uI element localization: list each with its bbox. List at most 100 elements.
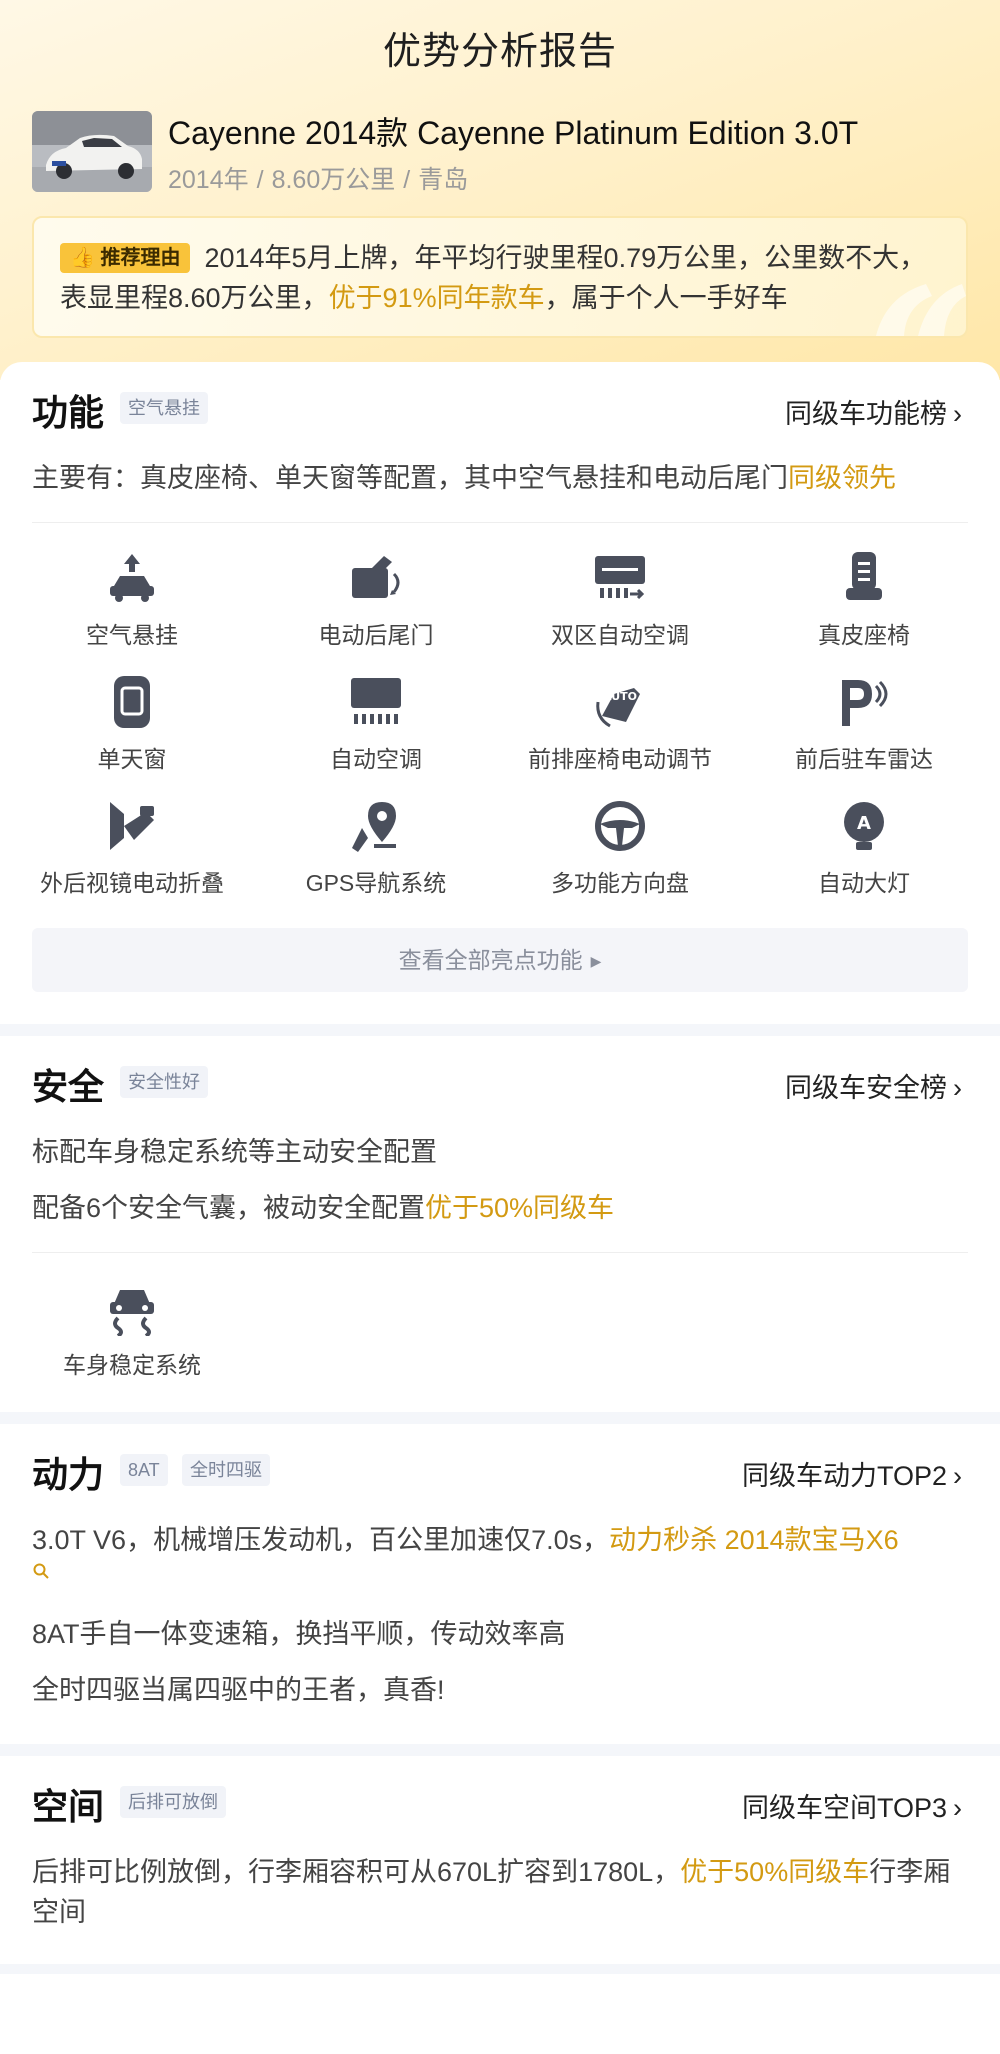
space-rank-link[interactable]: 同级车空间TOP3 › xyxy=(742,1786,962,1825)
quote-decoration-icon xyxy=(876,284,966,336)
feature-item[interactable]: 电动后尾门 xyxy=(254,550,498,650)
function-section: 功能 空气悬挂 同级车功能榜 › 主要有：真皮座椅、单天窗等配置，其中空气悬挂和电… xyxy=(0,362,1000,1024)
power-rank-label: 同级车动力TOP2 xyxy=(741,1461,947,1491)
view-all-label: 查看全部亮点功能 xyxy=(398,947,583,973)
car-city: 青岛 xyxy=(418,166,469,194)
divider xyxy=(32,522,968,523)
safety-line2-text: 配备6个安全气囊，被动安全配置 xyxy=(32,1193,426,1223)
section-gap xyxy=(0,1024,1000,1036)
feature-item[interactable]: AUTO 前排座椅电动调节 xyxy=(498,674,742,774)
meta-separator: / xyxy=(403,166,411,194)
view-all-features-button[interactable]: 查看全部亮点功能 ▶ xyxy=(32,928,968,992)
space-tag: 后排可放倒 xyxy=(120,1786,226,1818)
feature-item[interactable]: 多功能方向盘 xyxy=(498,798,742,898)
section-gap xyxy=(0,1744,1000,1756)
space-title: 空间 xyxy=(32,1786,105,1827)
power-line1: 3.0T V6，机械增压发动机，百公里加速仅7.0s，动力秒杀 2014款宝马X… xyxy=(32,1520,968,1580)
reason-highlight: 优于91%同年款车 xyxy=(328,283,545,313)
car-meta: 2014年/8.60万公里 / 青岛 xyxy=(168,160,468,196)
meta-separator: / xyxy=(256,166,264,194)
feature-label: 自动大灯 xyxy=(818,870,910,896)
triangle-right-icon: ▶ xyxy=(590,953,602,969)
mirror-fold-icon xyxy=(110,802,154,850)
auto-ac-icon xyxy=(351,678,401,724)
safety-line2-highlight: 优于50%同级车 xyxy=(425,1193,615,1223)
space-desc: 后排可比例放倒，行李厢容积可从670L扩容到1780L，优于50%同级车行李厢空… xyxy=(32,1852,968,1932)
recommend-reason-label: 推荐理由 xyxy=(100,247,181,269)
power-tag: 全时四驱 xyxy=(182,1454,270,1486)
feature-label: 车身稳定系统 xyxy=(63,1352,201,1378)
car-year: 2014年 xyxy=(168,166,249,194)
feature-item[interactable]: 自动空调 xyxy=(254,674,498,774)
headlight-letter: A xyxy=(857,813,871,834)
power-line3: 全时四驱当属四驱中的王者，真香! xyxy=(32,1675,445,1705)
safety-line1: 标配车身稳定系统等主动安全配置 xyxy=(32,1137,437,1167)
feature-label: 自动空调 xyxy=(330,746,422,772)
chevron-right-icon: › xyxy=(953,1793,962,1823)
recommend-reason-badge: 👍 推荐理由 xyxy=(60,243,191,273)
feature-item[interactable]: 双区自动空调 xyxy=(498,550,742,650)
auto-headlight-icon: A xyxy=(844,802,884,850)
report-header: 优势分析报告 Cayenne 2014款 Cayenne Platinum Ed… xyxy=(0,0,1000,380)
car-name: Cayenne 2014款 Cayenne Platinum Edition 3… xyxy=(168,115,859,151)
feature-label: 外后视镜电动折叠 xyxy=(40,870,224,896)
feature-label: 前后驻车雷达 xyxy=(795,746,933,772)
space-desc-highlight: 优于50%同级车 xyxy=(680,1857,870,1887)
power-tailgate-icon xyxy=(352,556,400,598)
space-rank-label: 同级车空间TOP3 xyxy=(741,1793,947,1823)
feature-label: 双区自动空调 xyxy=(551,622,689,648)
section-gap xyxy=(0,1412,1000,1424)
search-icon[interactable] xyxy=(32,1562,50,1580)
function-tag: 空气悬挂 xyxy=(120,392,208,424)
feature-label: 空气悬挂 xyxy=(86,622,178,648)
gps-icon xyxy=(352,802,396,852)
function-desc-text: 主要有：真皮座椅、单天窗等配置，其中空气悬挂和电动后尾门 xyxy=(32,463,788,493)
feature-item[interactable]: 外后视镜电动折叠 xyxy=(10,798,254,898)
power-section: 动力 8AT 全时四驱 同级车动力TOP2 › 3.0T V6，机械增压发动机，百… xyxy=(0,1424,1000,1744)
car-thumbnail[interactable] xyxy=(32,111,152,192)
power-rank-link[interactable]: 同级车动力TOP2 › xyxy=(742,1454,962,1493)
power-title: 动力 xyxy=(32,1454,105,1495)
recommend-reason-box: 👍 推荐理由 2014年5月上牌，年平均行驶里程0.79万公里，公里数不大，表显里… xyxy=(32,216,968,338)
page-title: 优势分析报告 xyxy=(382,31,617,73)
safety-title: 安全 xyxy=(32,1066,105,1107)
steering-wheel-icon xyxy=(595,801,645,851)
safety-rank-link[interactable]: 同级车安全榜 › xyxy=(785,1066,962,1105)
feature-label: 前排座椅电动调节 xyxy=(528,746,712,772)
safety-tag: 安全性好 xyxy=(120,1066,208,1098)
feature-item[interactable]: 单天窗 xyxy=(10,674,254,774)
safety-rank-label: 同级车安全榜 xyxy=(785,1073,947,1103)
space-section: 空间 后排可放倒 同级车空间TOP3 › 后排可比例放倒，行李厢容积可从670L扩… xyxy=(0,1756,1000,1964)
chevron-right-icon: › xyxy=(953,399,962,429)
feature-label: 多功能方向盘 xyxy=(551,870,689,896)
power-line1-highlight[interactable]: 动力秒杀 2014款宝马X6 xyxy=(609,1525,899,1555)
function-desc: 主要有：真皮座椅、单天窗等配置，其中空气悬挂和电动后尾门同级领先 xyxy=(32,458,968,498)
function-title: 功能 xyxy=(32,392,105,433)
safety-section: 安全 安全性好 同级车安全榜 › 标配车身稳定系统等主动安全配置 配备6个安全气囊… xyxy=(0,1036,1000,1412)
chevron-right-icon: › xyxy=(953,1461,962,1491)
auto-text: AUTO xyxy=(603,690,637,703)
chevron-right-icon: › xyxy=(953,1073,962,1103)
stability-control-icon xyxy=(110,1290,154,1336)
feature-item[interactable]: A 自动大灯 xyxy=(742,798,986,898)
power-line2: 8AT手自一体变速箱，换挡平顺，传动效率高 xyxy=(32,1619,566,1649)
feature-item[interactable]: 真皮座椅 xyxy=(742,550,986,650)
divider xyxy=(32,1252,968,1253)
function-rank-label: 同级车功能榜 xyxy=(785,399,947,429)
feature-label: 电动后尾门 xyxy=(318,622,434,648)
power-seat-icon: AUTO xyxy=(596,688,640,728)
function-desc-highlight: 同级领先 xyxy=(788,463,896,493)
feature-item[interactable]: 前后驻车雷达 xyxy=(742,674,986,774)
parking-radar-icon xyxy=(842,680,888,726)
space-desc-text: 后排可比例放倒，行李厢容积可从670L扩容到1780L， xyxy=(32,1857,681,1887)
function-rank-link[interactable]: 同级车功能榜 › xyxy=(785,392,962,431)
feature-item[interactable]: 车身稳定系统 xyxy=(10,1280,254,1380)
feature-item[interactable]: GPS导航系统 xyxy=(254,798,498,898)
leather-seat-icon xyxy=(846,552,882,600)
feature-item[interactable]: 空气悬挂 xyxy=(10,550,254,650)
car-mileage: 8.60万公里 xyxy=(271,166,396,194)
dual-zone-ac-icon xyxy=(595,556,645,600)
feature-label: GPS导航系统 xyxy=(305,870,447,896)
air-suspension-icon xyxy=(110,554,154,602)
feature-label: 单天窗 xyxy=(97,746,167,772)
